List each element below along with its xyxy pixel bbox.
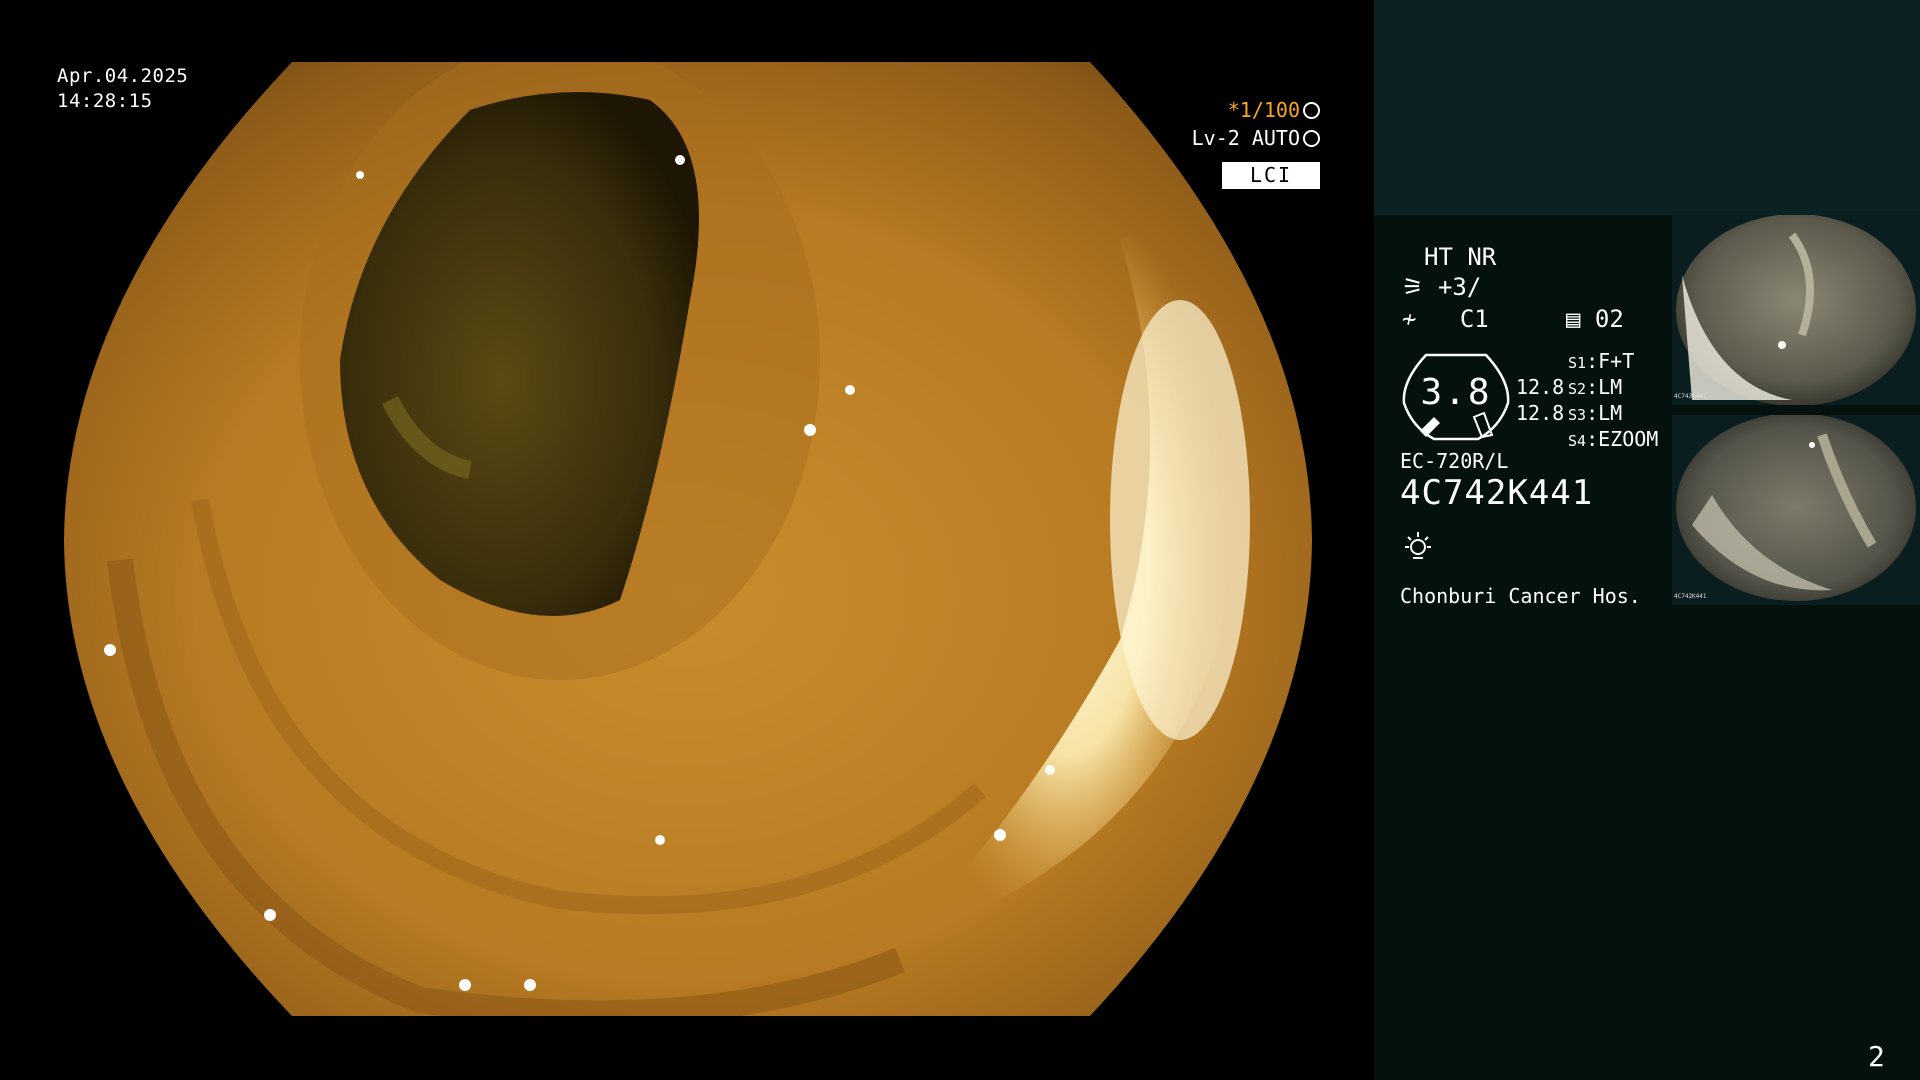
switch-value: LM [1598,401,1623,425]
endoscope-view: Apr.04.2025 14:28:15 *1/100 Lv-2 AUTO LC… [0,0,1374,1080]
endoscope-image [64,62,1312,1016]
memo-icon: ▤ [1566,305,1581,333]
color-setting: ≁ C1 [1402,305,1489,333]
shutter-speed: *1/100 [1227,98,1300,122]
enhance-icon: ⚞ [1402,273,1424,301]
shutter-row: *1/100 [1190,96,1320,124]
memo-setting: ▤ 02 [1566,305,1624,333]
status-block: *1/100 Lv-2 AUTO [1190,96,1320,152]
date-text: Apr.04.2025 [57,65,189,87]
zoom-value-2: 12.8 [1516,401,1565,425]
hospital-name: Chonburi Cancer Hos. [1400,584,1641,608]
switch-key: S2 [1568,380,1587,398]
color-value: C1 [1459,305,1489,333]
page-number: 2 [1868,1040,1885,1073]
switch-s4: S4:EZOOM [1568,427,1659,451]
switch-value: F+T [1598,349,1635,373]
zoom-value-1: 12.8 [1516,375,1565,399]
mode-badge: LCI [1222,162,1320,189]
switch-s3: S3:LM [1568,401,1623,425]
switch-value: LM [1598,375,1623,399]
thumbnail-caption: 4C742K441 [1674,393,1707,400]
switch-s2: S2:LM [1568,375,1623,399]
memo-value: 02 [1594,305,1624,333]
iris-mode: Lv-2 AUTO [1191,126,1300,150]
top-panel [1374,0,1920,215]
scope-serial: 4C742K441 [1400,473,1594,513]
light-icon [1402,530,1434,566]
dial-value: 3.8 [1420,372,1492,413]
thumbnail-2[interactable]: 4C742K441 [1672,415,1920,605]
switch-value: EZOOM [1598,427,1659,451]
iris-row: Lv-2 AUTO [1190,124,1320,152]
zoom-dial: 3.8 [1400,351,1512,441]
enhance-setting: ⚞ +3/ [1402,273,1481,301]
enhance-value: +3/ [1437,273,1482,301]
iris-icon [1303,130,1320,147]
switch-key: S3 [1568,406,1587,424]
thumbnail-image [1676,415,1916,601]
switch-s1: S1:F+T [1568,349,1635,373]
datetime: Apr.04.2025 14:28:15 [57,64,188,114]
thumbnail-image [1676,215,1916,405]
thumbnail-caption: 4C742K441 [1674,593,1707,600]
switch-key: S1 [1568,354,1587,372]
structure-setting: HT NR [1424,243,1497,271]
switch-key: S4 [1568,432,1587,450]
scope-model: EC-720R/L [1400,449,1509,473]
shutter-icon [1303,102,1320,119]
color-icon: ≁ [1402,305,1417,333]
time-text: 14:28:15 [57,90,153,112]
thumbnail-1[interactable]: 4C742K441 [1672,215,1920,405]
